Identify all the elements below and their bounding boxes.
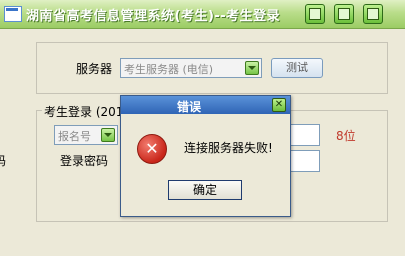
title-bar[interactable]: 湖南省高考信息管理系统(考生)--考生登录 — [0, 0, 405, 29]
close-button[interactable] — [363, 4, 383, 24]
id-length-hint: 8位 — [336, 129, 356, 143]
minimize-button[interactable] — [305, 4, 325, 24]
close-icon — [367, 8, 379, 20]
error-icon: ✕ — [137, 134, 167, 164]
maximize-icon — [338, 8, 350, 20]
error-dialog: 错误 ✕ ✕ 连接服务器失败! 确定 — [120, 95, 291, 217]
id-type-select[interactable]: 报名号 — [54, 125, 118, 145]
chevron-down-icon[interactable] — [101, 128, 115, 142]
dialog-close-button[interactable]: ✕ — [272, 98, 286, 112]
left-edge-char: 码 — [0, 154, 7, 168]
minimize-icon — [309, 8, 321, 20]
server-select-value: 考生服务器 (电信) — [124, 63, 214, 76]
dialog-title-bar[interactable]: 错误 ✕ — [121, 96, 290, 114]
server-select[interactable]: 考生服务器 (电信) — [120, 58, 262, 78]
ok-button[interactable]: 确定 — [168, 180, 242, 200]
chevron-down-icon[interactable] — [245, 61, 259, 75]
id-type-value: 报名号 — [58, 130, 91, 143]
window-title: 湖南省高考信息管理系统(考生)--考生登录 — [26, 9, 281, 24]
test-button[interactable]: 测试 — [271, 58, 323, 78]
dialog-title: 错误 — [177, 100, 202, 114]
dialog-message: 连接服务器失败! — [184, 141, 273, 155]
server-label: 服务器 — [76, 62, 113, 76]
maximize-button[interactable] — [334, 4, 354, 24]
password-label: 登录密码 — [60, 154, 109, 168]
app-icon — [4, 6, 22, 22]
